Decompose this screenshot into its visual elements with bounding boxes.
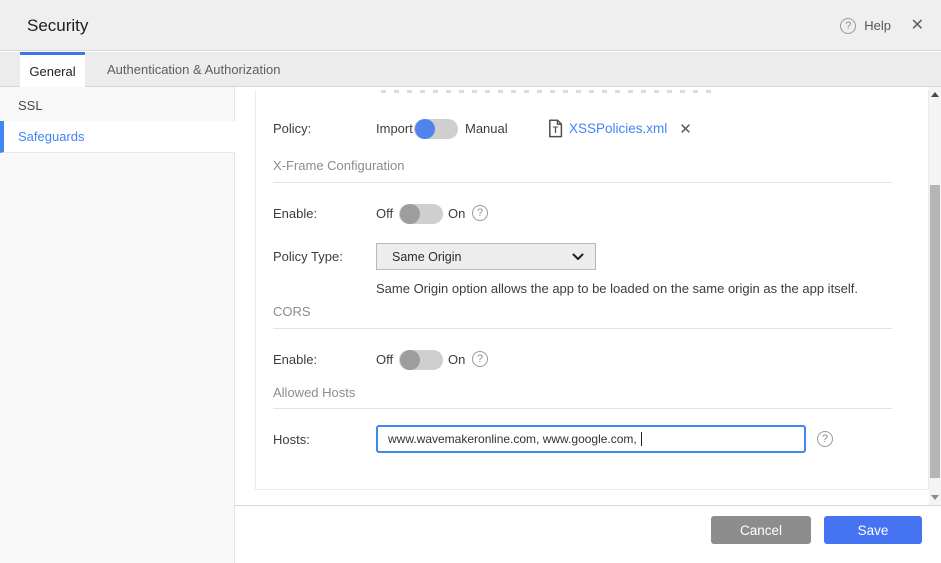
policy-type-value: Same Origin	[392, 249, 462, 264]
xframe-enable-label: Enable:	[273, 206, 318, 221]
hosts-input-value: www.wavemakeronline.com, www.google.com,	[388, 432, 641, 446]
policy-manual-option: Manual	[465, 121, 508, 136]
sidebar: SSL Safeguards	[0, 87, 235, 563]
footer-bar: Cancel Save	[235, 505, 941, 563]
cors-on-option: On	[448, 352, 466, 367]
security-dialog: Security ? Help ✕ General Authentication…	[0, 0, 941, 563]
xframe-help-icon[interactable]: ?	[472, 205, 488, 221]
xframe-on-option: On	[448, 206, 466, 221]
tab-authentication-authorization[interactable]: Authentication & Authorization	[85, 52, 302, 87]
help-label: Help	[864, 18, 891, 33]
section-divider	[273, 408, 892, 409]
policy-type-select[interactable]: Same Origin	[376, 243, 596, 270]
policy-file-chip: T XSSPolicies.xml ✕	[548, 119, 692, 138]
hosts-label: Hosts:	[273, 432, 310, 447]
dialog-header: Security ? Help ✕	[0, 0, 941, 51]
xframe-enable-toggle[interactable]	[399, 204, 443, 224]
sidebar-item-ssl[interactable]: SSL	[0, 90, 235, 121]
safeguards-panel: Policy: Import Manual T XSSPolicies.xml …	[255, 90, 929, 490]
text-caret	[641, 432, 643, 446]
save-button[interactable]: Save	[824, 516, 922, 544]
page-title: Security	[27, 16, 89, 35]
xframe-off-option: Off	[376, 206, 394, 221]
policy-import-manual-toggle[interactable]	[414, 119, 458, 139]
tab-general[interactable]: General	[20, 52, 85, 87]
policy-file-link[interactable]: XSSPolicies.xml	[569, 121, 667, 136]
toggle-knob	[415, 119, 435, 139]
tab-auth-label: Authentication & Authorization	[107, 62, 281, 77]
svg-text:T: T	[553, 125, 559, 135]
hosts-help-icon[interactable]: ?	[817, 431, 833, 447]
hosts-input[interactable]: www.wavemakeronline.com, www.google.com,	[376, 425, 806, 453]
sidebar-item-ssl-label: SSL	[18, 98, 43, 113]
section-divider	[273, 328, 892, 329]
cors-off-option: Off	[376, 352, 394, 367]
scroll-down-arrow-icon[interactable]	[931, 495, 939, 500]
cors-enable-toggle[interactable]	[399, 350, 443, 370]
toggle-knob	[400, 350, 420, 370]
remove-file-icon[interactable]: ✕	[679, 120, 692, 138]
sidebar-item-safeguards[interactable]: Safeguards	[0, 121, 235, 153]
help-button[interactable]: ? Help	[840, 0, 891, 51]
scroll-up-arrow-icon[interactable]	[931, 92, 939, 97]
policy-label: Policy:	[273, 121, 312, 136]
clipped-scrolled-row	[381, 90, 711, 93]
chevron-down-icon	[572, 253, 584, 260]
policy-type-label: Policy Type:	[273, 249, 343, 264]
cancel-button[interactable]: Cancel	[711, 516, 811, 544]
policy-import-option: Import	[376, 121, 413, 136]
help-icon: ?	[840, 17, 857, 34]
allowed-hosts-section-heading: Allowed Hosts	[273, 385, 356, 400]
xframe-section-heading: X-Frame Configuration	[273, 158, 405, 173]
tab-bar: General Authentication & Authorization	[0, 52, 941, 87]
tab-general-label: General	[29, 63, 76, 79]
cors-enable-label: Enable:	[273, 352, 318, 367]
sidebar-item-safeguards-label: Safeguards	[18, 129, 85, 144]
close-icon[interactable]: ✕	[911, 0, 924, 51]
section-divider	[273, 182, 892, 183]
cors-section-heading: CORS	[273, 304, 311, 319]
xml-file-icon: T	[549, 119, 563, 138]
cors-help-icon[interactable]: ?	[472, 351, 488, 367]
policy-type-helper-text: Same Origin option allows the app to be …	[376, 281, 859, 296]
scrollbar-thumb[interactable]	[930, 185, 940, 478]
toggle-knob	[400, 204, 420, 224]
vertical-scrollbar[interactable]	[929, 87, 941, 505]
